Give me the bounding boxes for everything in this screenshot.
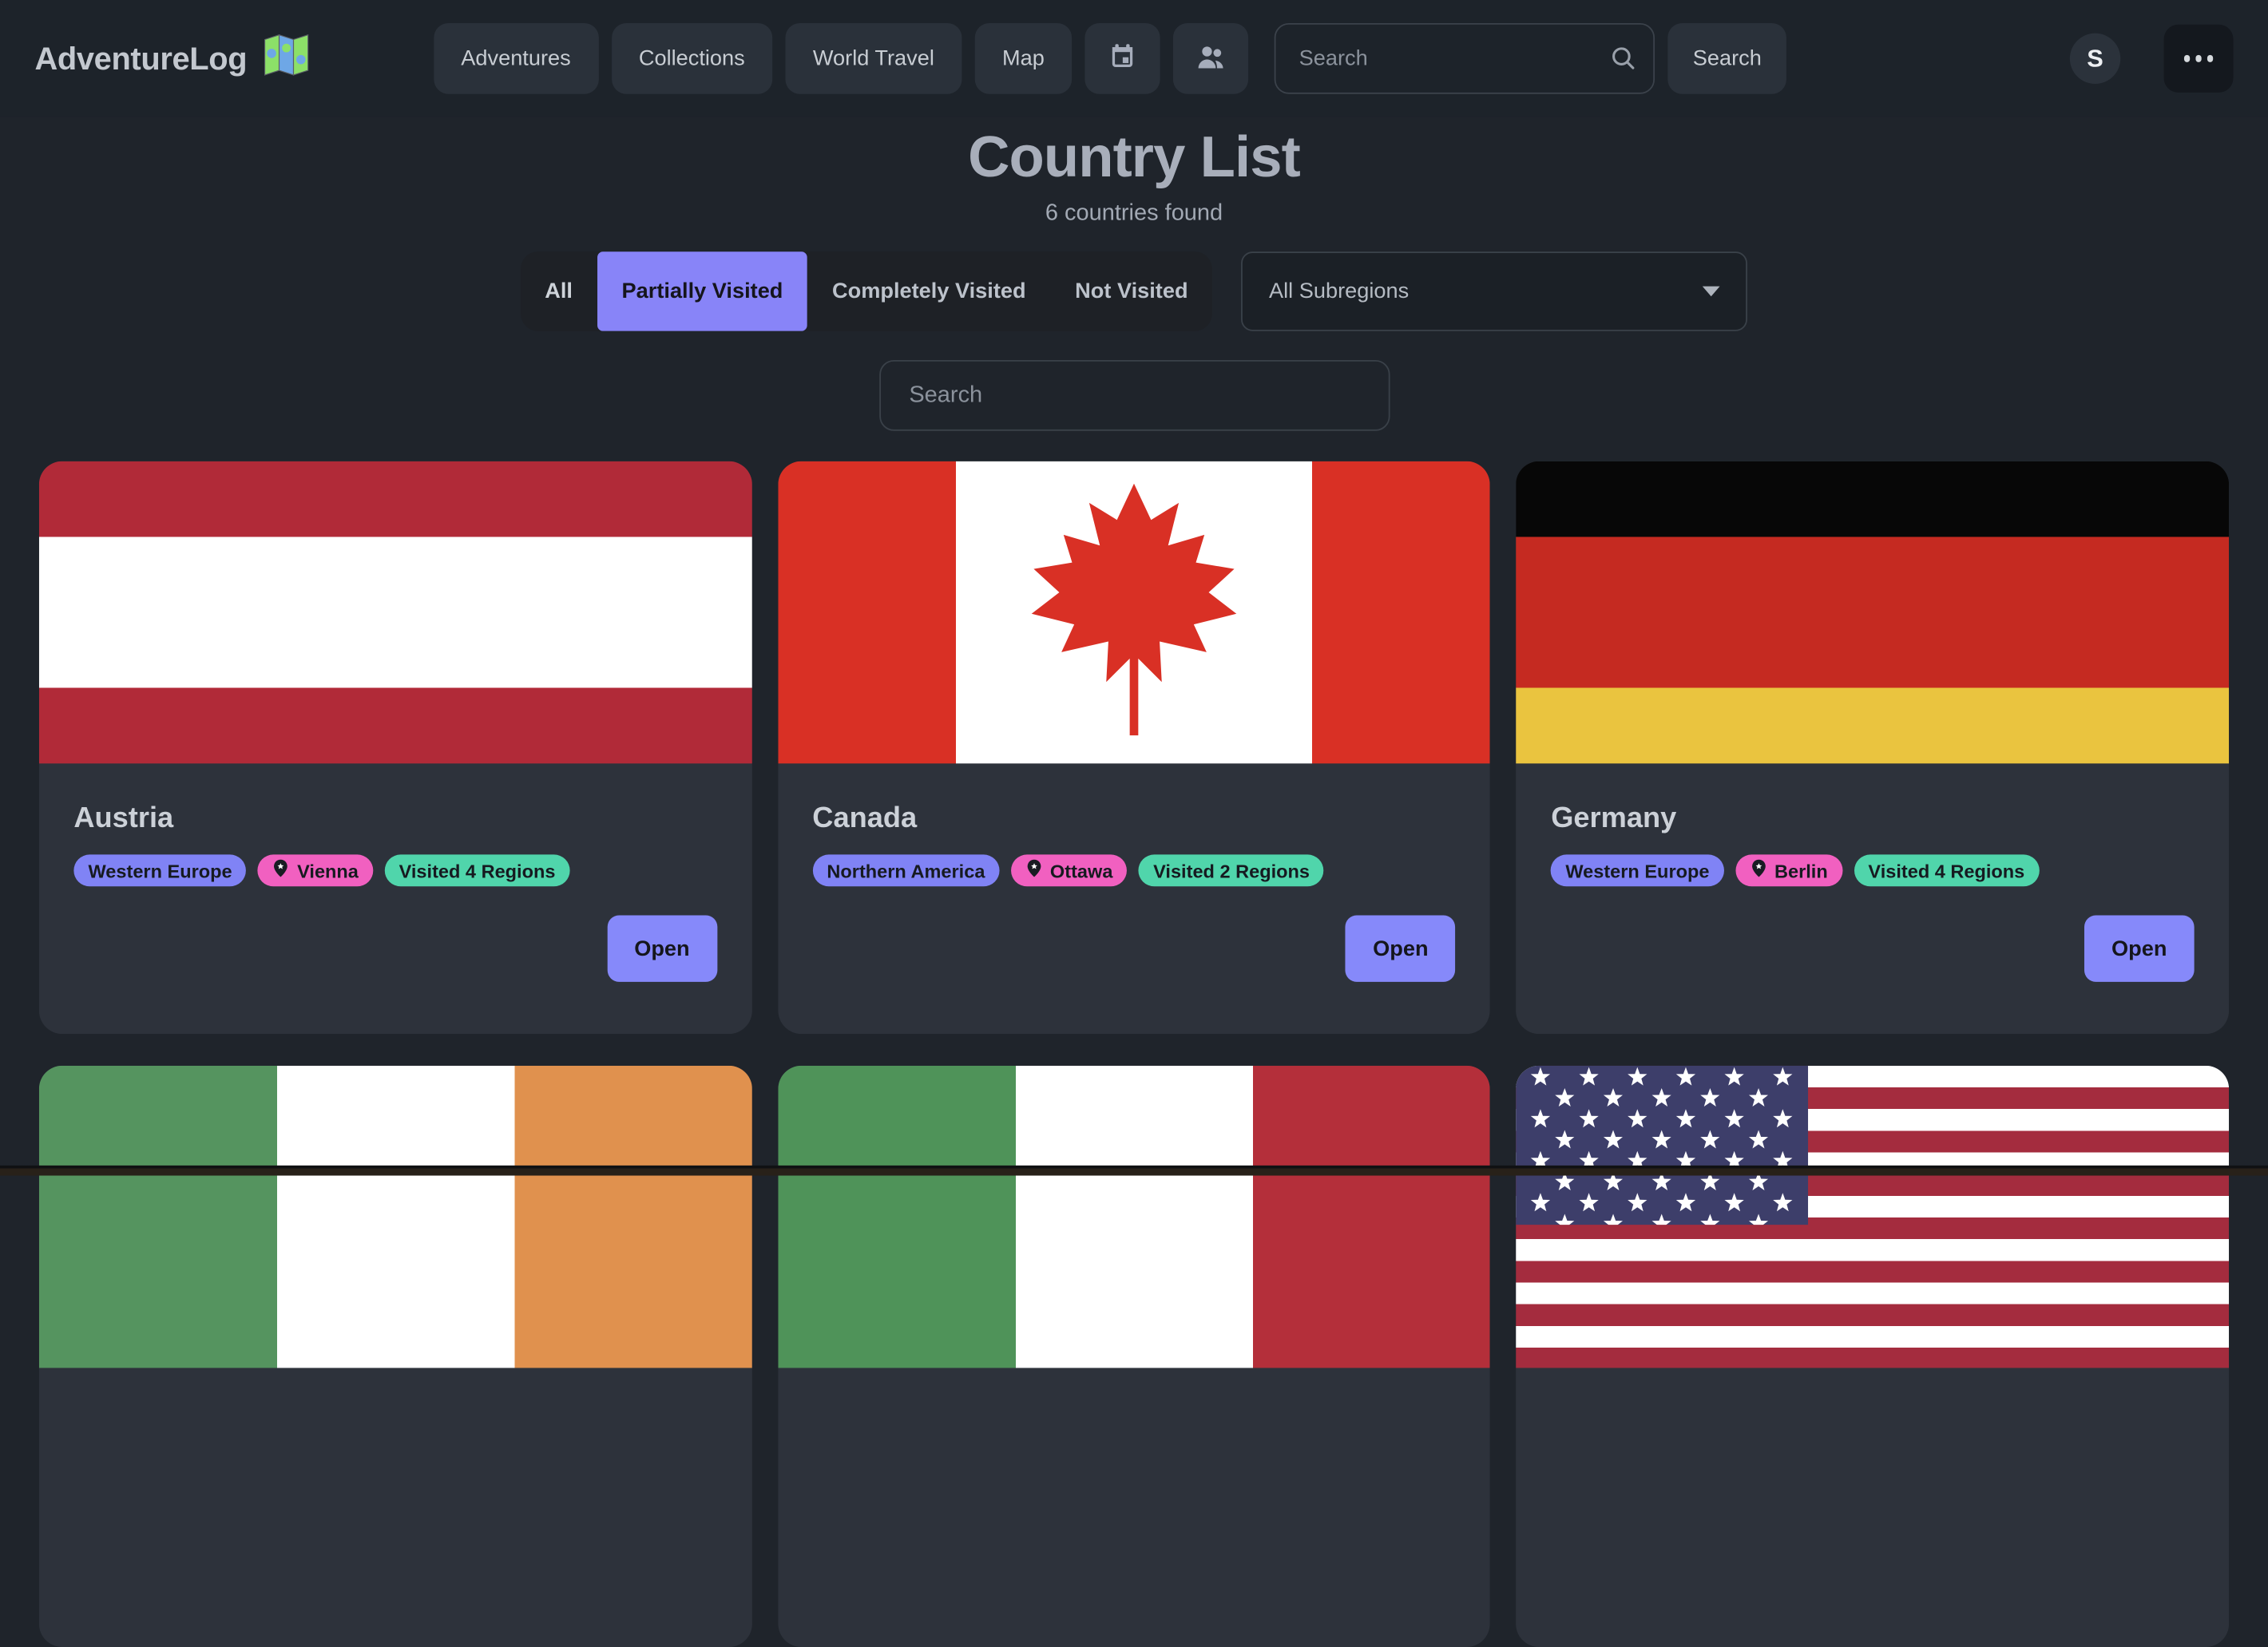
chevron-down-icon [1703,287,1720,297]
nav-item-map[interactable]: Map [975,23,1073,94]
country-name: Austria [73,802,716,836]
nav-menu: Adventures Collections World Travel Map [434,23,1786,94]
users-button[interactable] [1173,23,1248,94]
region-badge: Western Europe [73,854,246,886]
country-name: Germany [1551,802,2194,836]
country-card-canada: Canada Northern America Ottawa Visited 2… [778,461,1490,1034]
tab-completely-visited[interactable]: Completely Visited [807,251,1050,331]
country-grid: Austria Western Europe Vienna Visited 4 … [0,461,2268,1034]
flag-usa [1517,1066,2229,1368]
subregion-select[interactable]: All Subregions [1242,251,1748,331]
flag-canada [778,461,1490,764]
maple-leaf-icon [1027,479,1241,746]
results-count: 6 countries found [0,201,2268,228]
nav-item-adventures[interactable]: Adventures [434,23,598,94]
pin-icon [1750,859,1767,882]
country-search-row [0,360,2268,431]
tab-all[interactable]: All [520,251,597,331]
subregion-select-value: All Subregions [1269,279,1409,304]
open-button[interactable]: Open [2084,916,2195,982]
flag-austria [39,461,751,764]
country-card-ireland [39,1066,751,1647]
page-title: Country List [0,126,2268,192]
open-button[interactable]: Open [607,916,717,982]
window-bottom-edge [0,1166,2268,1176]
flag-germany [1517,461,2229,764]
country-search-input[interactable] [878,360,1389,431]
capital-badge: Berlin [1735,854,1842,886]
brand-name: AdventureLog [34,40,247,77]
more-options-button[interactable] [2164,25,2234,93]
nav-item-world-travel[interactable]: World Travel [785,23,962,94]
country-card-austria: Austria Western Europe Vienna Visited 4 … [39,461,751,1034]
capital-badge: Vienna [258,854,373,886]
calendar-icon [1107,40,1139,77]
page-header: Country List 6 countries found [0,126,2268,228]
country-card-italy [778,1066,1490,1647]
navbar: AdventureLog Adventures Collections Worl… [0,0,2268,117]
region-badge: Northern America [812,854,999,886]
visited-badge: Visited 2 Regions [1139,854,1324,886]
ellipsis-icon [2183,55,2190,61]
nav-search-button[interactable]: Search [1668,23,1787,94]
avatar[interactable]: S [2070,34,2120,84]
country-card-usa [1517,1066,2229,1647]
calendar-button[interactable] [1085,23,1160,94]
region-badge: Western Europe [1551,854,1723,886]
country-grid-row2 [0,1066,2268,1647]
users-icon [1195,40,1227,77]
brand[interactable]: AdventureLog [34,34,309,84]
open-button[interactable]: Open [1346,916,1456,982]
visited-filter-tabs: All Partially Visited Completely Visited… [520,251,1212,331]
nav-search-input[interactable] [1275,23,1655,94]
country-card-germany: Germany Western Europe Berlin Visited 4 … [1517,461,2229,1034]
tab-not-visited[interactable]: Not Visited [1050,251,1212,331]
capital-badge: Ottawa [1011,854,1128,886]
nav-search-wrap [1275,23,1655,94]
map-logo-icon [263,34,309,84]
nav-item-collections[interactable]: Collections [611,23,772,94]
pin-icon [1025,859,1043,882]
flag-ireland [39,1066,751,1368]
country-name: Canada [812,802,1455,836]
app-window: AdventureLog Adventures Collections Worl… [0,0,2268,1176]
filter-bar: All Partially Visited Completely Visited… [0,251,2268,331]
visited-badge: Visited 4 Regions [1854,854,2039,886]
pin-icon [272,859,290,882]
visited-badge: Visited 4 Regions [385,854,570,886]
tab-partially-visited[interactable]: Partially Visited [597,251,807,331]
usa-canton [1517,1066,1809,1225]
flag-italy [778,1066,1490,1368]
